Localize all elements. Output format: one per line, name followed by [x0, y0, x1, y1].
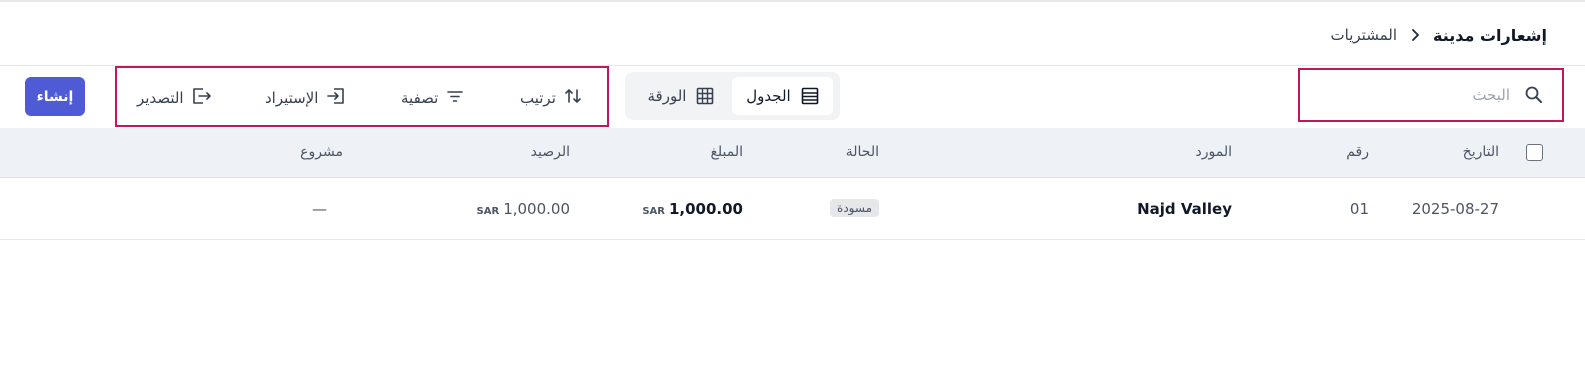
- view-sheet-button[interactable]: الورقة: [633, 77, 729, 115]
- table-header: التاريخ رقم المورد الحالة المبلغ الرصيد …: [0, 128, 1585, 178]
- table-icon: [801, 87, 819, 105]
- filter-label: تصفية: [401, 89, 439, 107]
- column-header-balance[interactable]: الرصيد: [531, 144, 570, 160]
- cell-amount: SAR 1,000.00: [642, 200, 743, 218]
- column-header-status[interactable]: الحالة: [846, 144, 879, 160]
- column-header-project[interactable]: مشروع: [300, 144, 343, 160]
- select-all-checkbox[interactable]: [1526, 144, 1543, 161]
- toolbar-actions: ترتيب تصفية الإستيراد التصدير: [115, 66, 609, 127]
- chevron-right-icon: [1409, 29, 1421, 41]
- column-header-date[interactable]: التاريخ: [1463, 144, 1499, 160]
- amount-value: 1,000.00: [668, 200, 743, 218]
- amount-currency: SAR: [642, 206, 665, 217]
- view-sheet-label: الورقة: [647, 87, 687, 105]
- search-bar[interactable]: [1298, 68, 1564, 122]
- search-input[interactable]: [1330, 86, 1510, 104]
- import-button[interactable]: الإستيراد: [265, 86, 346, 110]
- top-border: [0, 0, 1585, 2]
- cell-number: 01: [1349, 200, 1369, 218]
- sort-arrows-icon: [564, 87, 582, 109]
- view-table-label: الجدول: [746, 87, 791, 105]
- cell-date: 2025-08-27: [1411, 200, 1499, 218]
- status-badge: مسودة: [830, 199, 879, 217]
- view-toggle: الورقة الجدول: [625, 72, 840, 120]
- balance-currency: SAR: [476, 206, 500, 217]
- filter-icon: [446, 87, 464, 109]
- export-icon: [192, 87, 212, 109]
- column-header-amount[interactable]: المبلغ: [710, 144, 743, 160]
- create-button[interactable]: إنشاء: [25, 77, 85, 116]
- export-label: التصدير: [137, 89, 184, 107]
- sort-button[interactable]: ترتيب: [520, 86, 582, 110]
- import-label: الإستيراد: [265, 89, 319, 107]
- filter-button[interactable]: تصفية: [401, 86, 464, 110]
- view-table-button[interactable]: الجدول: [732, 77, 833, 115]
- export-button[interactable]: التصدير: [137, 86, 212, 110]
- cell-balance: SAR 1,000.00: [477, 200, 570, 218]
- breadcrumb: المشتريات إشعارات مدينة: [1331, 22, 1547, 48]
- sort-label: ترتيب: [520, 89, 556, 107]
- table-row[interactable]: 2025-08-27 01 Najd Valley مسودة SAR 1,00…: [0, 179, 1585, 240]
- column-header-supplier[interactable]: المورد: [1196, 144, 1232, 160]
- search-icon: [1524, 85, 1544, 105]
- cell-project: —: [312, 200, 327, 218]
- cell-supplier: Najd Valley: [1137, 200, 1232, 218]
- page-title: إشعارات مدينة: [1433, 25, 1547, 45]
- import-icon: [326, 87, 346, 109]
- balance-value: 1,000.00: [503, 200, 570, 218]
- column-header-number[interactable]: رقم: [1346, 144, 1369, 160]
- grid-icon: [696, 87, 714, 105]
- breadcrumb-parent-link[interactable]: المشتريات: [1331, 26, 1397, 44]
